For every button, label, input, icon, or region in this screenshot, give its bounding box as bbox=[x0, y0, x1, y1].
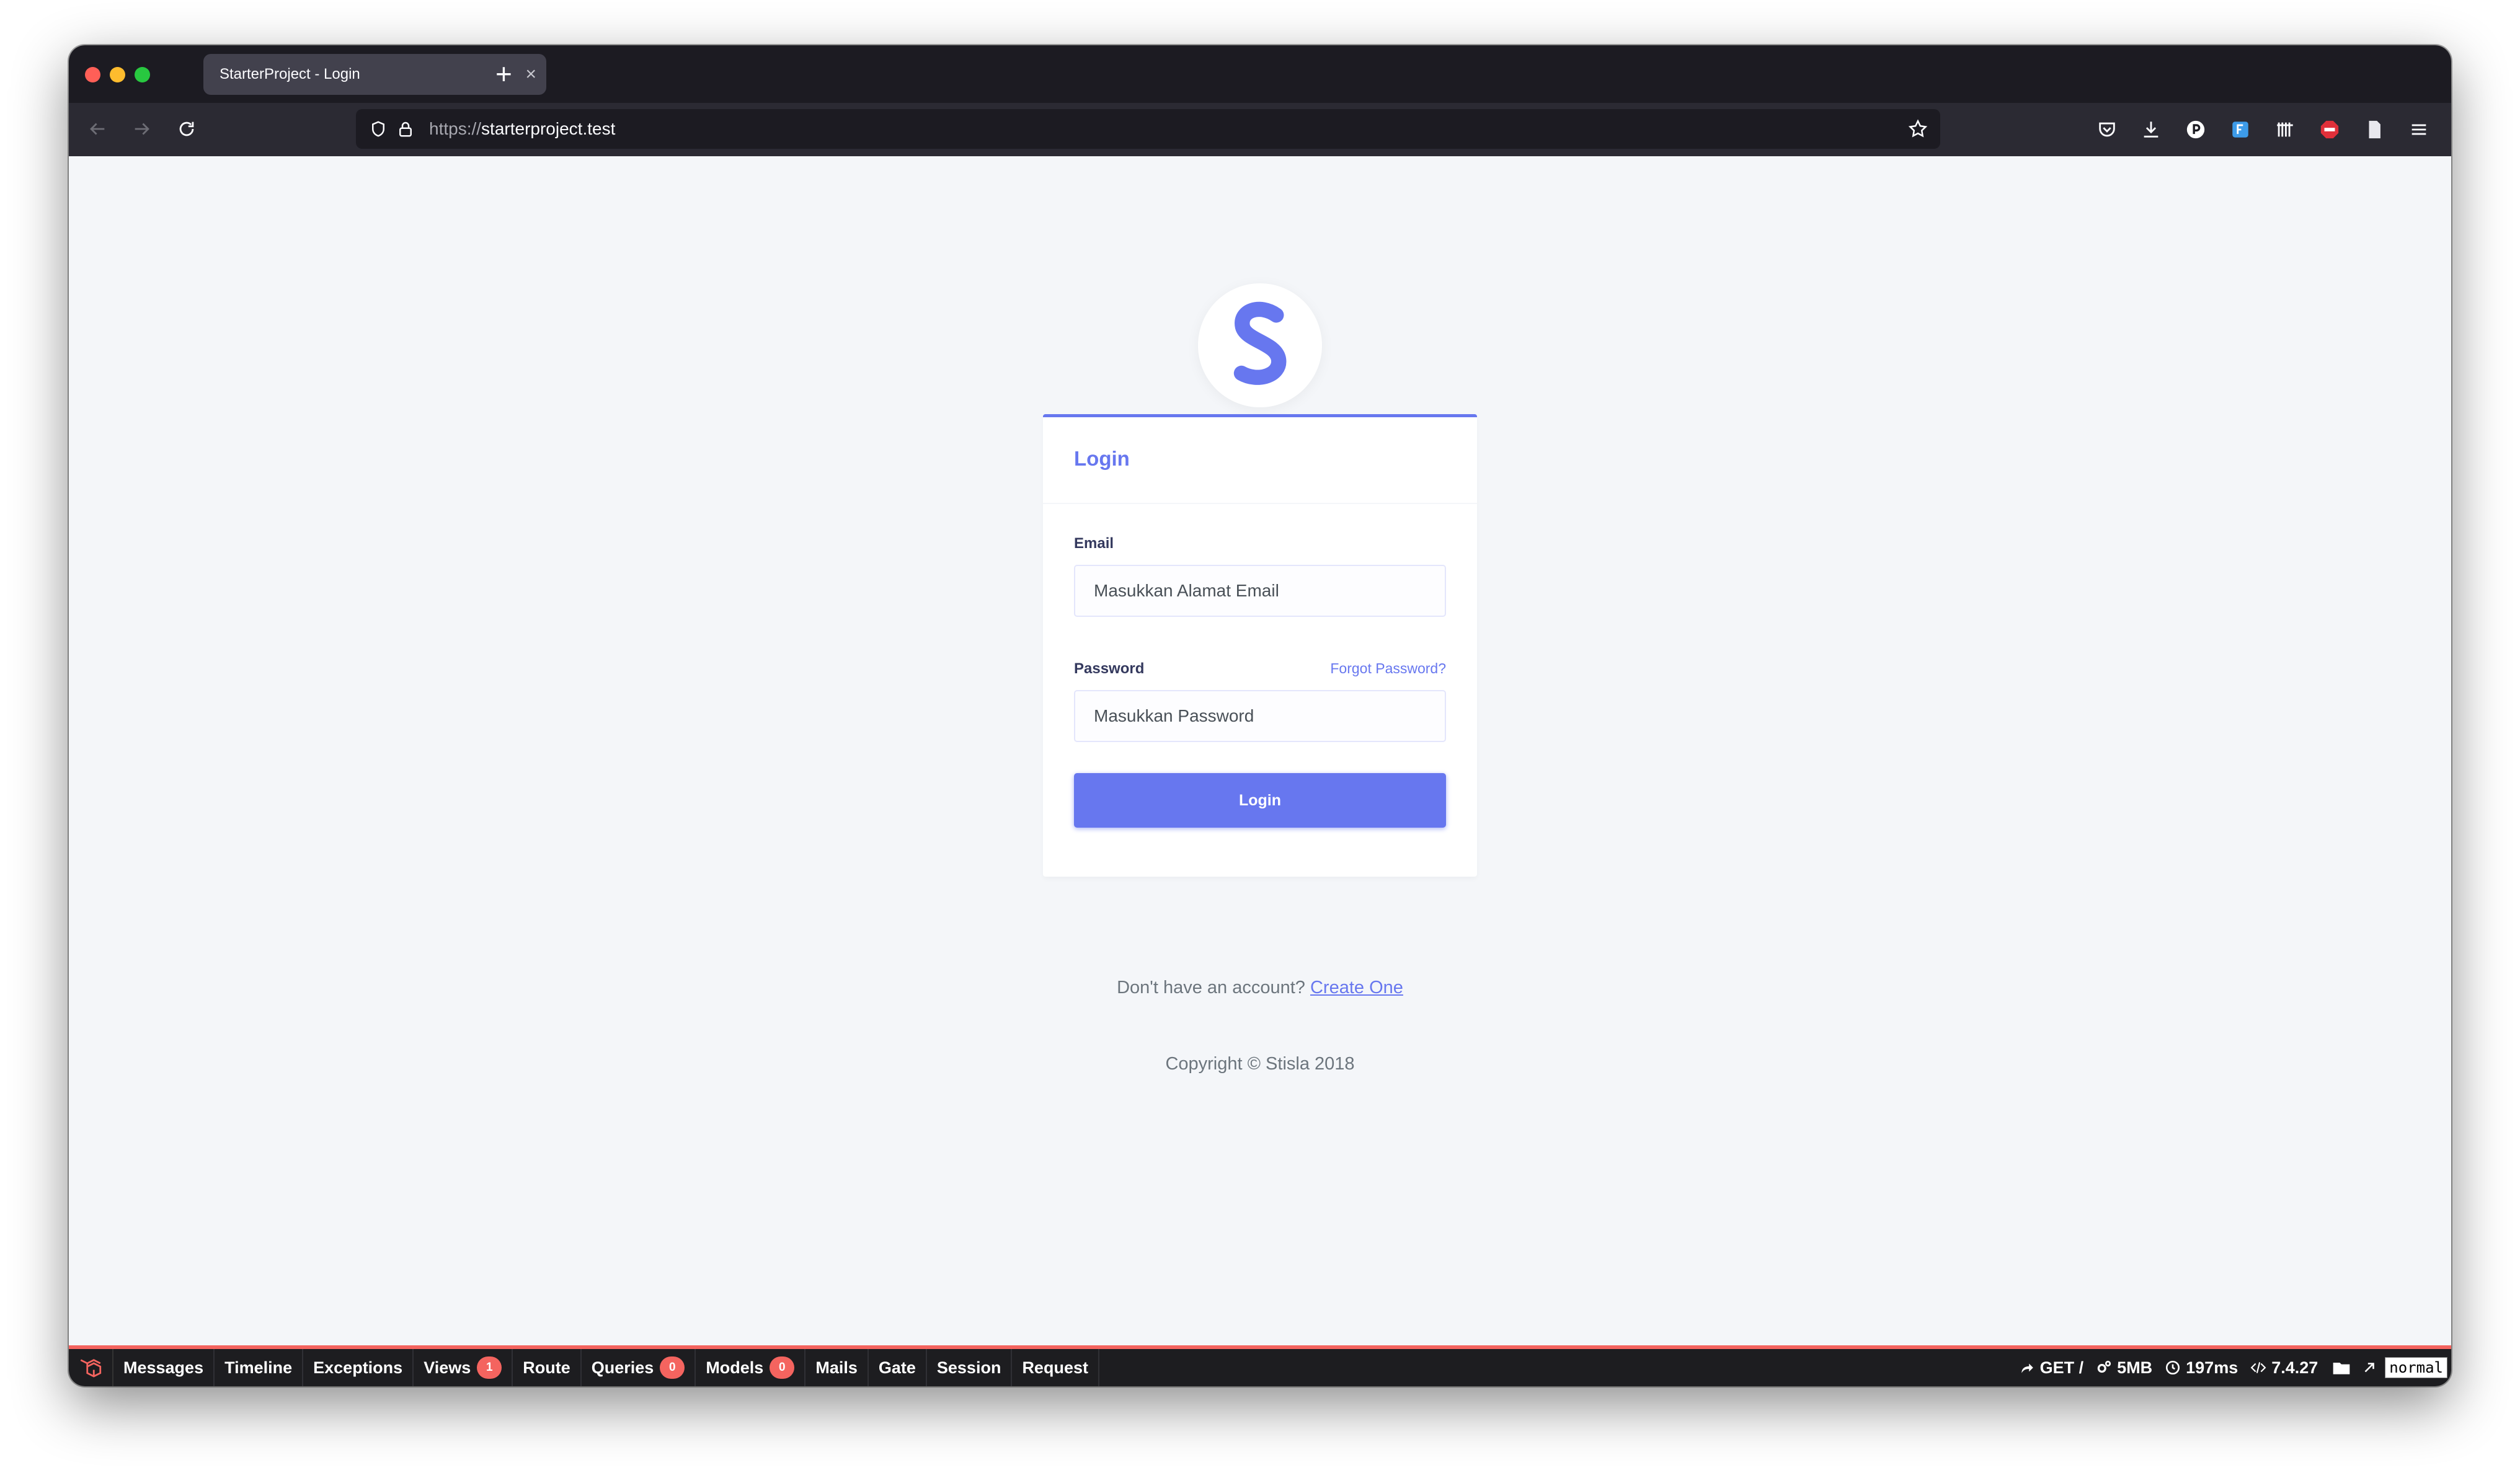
email-label: Email bbox=[1074, 535, 1114, 552]
debugbar-tab-label: Request bbox=[1022, 1358, 1088, 1377]
signup-prompt-text: Don't have an account? bbox=[1117, 978, 1305, 998]
lock-icon[interactable] bbox=[393, 117, 418, 141]
library-icon[interactable] bbox=[2271, 116, 2299, 143]
url-text[interactable]: https://starterproject.test bbox=[429, 119, 1904, 139]
pocket-icon[interactable] bbox=[2093, 116, 2121, 143]
login-button[interactable]: Login bbox=[1074, 773, 1446, 828]
login-card: Login Email Password Forgot Password? Lo… bbox=[1043, 414, 1477, 877]
back-button[interactable] bbox=[82, 114, 112, 144]
new-tab-button[interactable]: + bbox=[495, 55, 512, 92]
debugbar-tab-request[interactable]: Request bbox=[1012, 1349, 1099, 1386]
debugbar-tab-messages[interactable]: Messages bbox=[113, 1349, 215, 1386]
arrow-left-icon bbox=[90, 123, 105, 135]
arrow-right-icon bbox=[135, 123, 149, 135]
tab-title: StarterProject - Login bbox=[220, 66, 360, 82]
cogs-icon bbox=[2097, 1360, 2111, 1373]
debugbar-tab-mails[interactable]: Mails bbox=[805, 1349, 869, 1386]
debugbar-tab-label: Session bbox=[936, 1358, 1001, 1377]
debugbar-tab-queries[interactable]: Queries 0 bbox=[582, 1349, 696, 1386]
debugbar-tab-label: Mails bbox=[815, 1358, 858, 1377]
adblock-icon[interactable] bbox=[2316, 116, 2343, 143]
password-group: Password Forgot Password? bbox=[1074, 660, 1446, 742]
forward-button[interactable] bbox=[127, 114, 157, 144]
close-window-button[interactable] bbox=[85, 67, 100, 82]
share-arrow-icon bbox=[2021, 1363, 2033, 1373]
debugbar-tab-label: Messages bbox=[123, 1358, 204, 1377]
debugbar-tooltip: normal bbox=[2385, 1357, 2447, 1378]
debugbar-memory: 5MB bbox=[2090, 1358, 2158, 1378]
password-input[interactable] bbox=[1074, 690, 1446, 742]
debugbar: Messages Timeline Exceptions Views 1 Rout… bbox=[69, 1345, 2451, 1386]
debugbar-tab-label: Gate bbox=[878, 1358, 916, 1377]
address-bar[interactable]: https://starterproject.test bbox=[356, 109, 1940, 149]
debugbar-tab-label: Queries bbox=[591, 1358, 654, 1377]
debugbar-tab-gate[interactable]: Gate bbox=[869, 1349, 927, 1386]
debugbar-duration[interactable]: 197ms bbox=[2158, 1358, 2244, 1378]
download-icon[interactable] bbox=[2137, 116, 2165, 143]
debugbar-stats: GET / 5MB 197ms 7.4.27 normal bbox=[2013, 1349, 2451, 1386]
shield-icon[interactable] bbox=[366, 117, 391, 141]
reader-doc-icon[interactable] bbox=[2361, 116, 2388, 143]
debugbar-request[interactable]: GET / bbox=[2013, 1358, 2090, 1378]
forgot-password-link[interactable]: Forgot Password? bbox=[1330, 660, 1446, 677]
debugbar-tab-label: Exceptions bbox=[313, 1358, 403, 1377]
debugbar-tab-label: Views bbox=[424, 1358, 471, 1377]
url-protocol: https:// bbox=[429, 119, 482, 138]
zoom-window-button[interactable] bbox=[135, 67, 150, 82]
debugbar-tab-route[interactable]: Route bbox=[513, 1349, 582, 1386]
debugbar-duration-text: 197ms bbox=[2186, 1358, 2238, 1377]
reload-icon bbox=[179, 122, 194, 136]
folder-open-icon[interactable] bbox=[2328, 1354, 2355, 1381]
create-account-link[interactable]: Create One bbox=[1310, 978, 1403, 998]
debugbar-badge: 1 bbox=[477, 1356, 502, 1379]
debugbar-restore-icon[interactable] bbox=[2359, 1360, 2385, 1376]
debugbar-badge: 0 bbox=[770, 1356, 795, 1379]
hamburger-menu-icon[interactable] bbox=[2405, 116, 2433, 143]
tab-strip: StarterProject - Login × + bbox=[69, 45, 2451, 103]
tab-close-icon[interactable]: × bbox=[525, 65, 536, 84]
extension-f-icon[interactable] bbox=[2227, 116, 2254, 143]
login-form: Email Password Forgot Password? Login bbox=[1043, 504, 1477, 828]
debugbar-php-version: 7.4.27 bbox=[2244, 1358, 2324, 1378]
debugbar-tab-models[interactable]: Models 0 bbox=[696, 1349, 806, 1386]
debugbar-tab-session[interactable]: Session bbox=[927, 1349, 1013, 1386]
reload-button[interactable] bbox=[172, 114, 202, 144]
debugbar-tab-label: Models bbox=[706, 1358, 764, 1377]
debugbar-tab-label: Route bbox=[523, 1358, 570, 1377]
debugbar-php-version-text: 7.4.27 bbox=[2271, 1358, 2318, 1377]
debugbar-badge: 0 bbox=[660, 1356, 685, 1379]
copyright-text: Copyright © Stisla 2018 bbox=[1165, 1054, 1355, 1074]
laravel-logo-icon[interactable] bbox=[69, 1349, 113, 1386]
code-icon bbox=[2250, 1362, 2266, 1373]
signup-prompt: Don't have an account? Create One bbox=[69, 978, 2451, 998]
stisla-logo bbox=[1198, 283, 1322, 407]
clock-icon bbox=[2166, 1360, 2180, 1375]
password-label-row: Password Forgot Password? bbox=[1074, 660, 1446, 678]
minimize-window-button[interactable] bbox=[110, 67, 125, 82]
browser-window: StarterProject - Login × + https://start… bbox=[69, 45, 2451, 1386]
debugbar-tab-label: Timeline bbox=[224, 1358, 293, 1377]
card-header: Login bbox=[1043, 417, 1477, 504]
debugbar-tab-views[interactable]: Views 1 bbox=[414, 1349, 513, 1386]
page-content: Login Email Password Forgot Password? Lo… bbox=[69, 156, 2451, 1347]
card-title: Login bbox=[1074, 447, 1130, 470]
debugbar-memory-text: 5MB bbox=[2117, 1358, 2153, 1377]
url-host: starterproject.test bbox=[481, 119, 616, 138]
extension-p-icon[interactable] bbox=[2182, 116, 2209, 143]
debugbar-tab-timeline[interactable]: Timeline bbox=[215, 1349, 304, 1386]
email-input[interactable] bbox=[1074, 565, 1446, 617]
email-group: Email bbox=[1074, 535, 1446, 617]
bookmark-star-icon[interactable] bbox=[1904, 115, 1932, 143]
debugbar-request-text: GET / bbox=[2039, 1358, 2084, 1377]
stisla-s-icon bbox=[1233, 301, 1287, 385]
navigation-bar: https://starterproject.test bbox=[69, 103, 2451, 156]
debugbar-tab-exceptions[interactable]: Exceptions bbox=[303, 1349, 414, 1386]
password-label: Password bbox=[1074, 660, 1145, 677]
